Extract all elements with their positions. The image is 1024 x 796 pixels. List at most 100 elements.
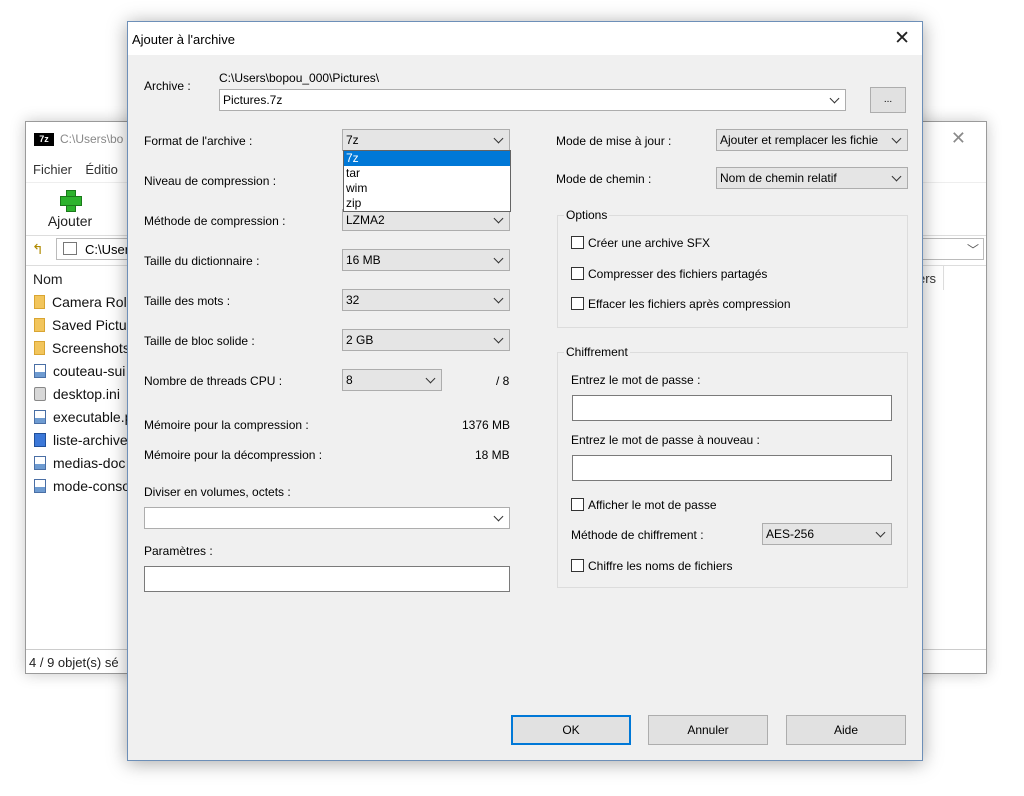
solid-block-combo[interactable]: 2 GB xyxy=(342,329,510,351)
chevron-down-icon xyxy=(493,510,505,524)
dictionary-size-combo[interactable]: 16 MB xyxy=(342,249,510,271)
list-item-label: executable.p xyxy=(53,409,133,425)
delete-after-checkbox-label: Effacer les fichiers après compression xyxy=(588,297,791,311)
checkbox-box xyxy=(571,559,584,572)
word-size-value: 32 xyxy=(346,293,360,307)
encryption-method-combo[interactable]: AES-256 xyxy=(762,523,892,545)
cancel-button[interactable]: Annuler xyxy=(648,715,768,745)
folder-icon xyxy=(34,341,45,355)
file-manager-close-icon[interactable]: ✕ xyxy=(951,128,966,149)
sfx-checkbox[interactable]: Créer une archive SFX xyxy=(571,236,710,252)
encrypt-names-checkbox[interactable]: Chiffre les noms de fichiers xyxy=(571,559,733,575)
selected-file-icon xyxy=(34,433,46,447)
memory-decompression-value: 18 MB xyxy=(475,448,510,462)
help-button[interactable]: Aide xyxy=(786,715,906,745)
format-option-wim[interactable]: wim xyxy=(344,181,510,196)
shared-files-checkbox-label: Compresser des fichiers partagés xyxy=(588,267,768,281)
dialog-title: Ajouter à l'archive xyxy=(132,32,235,47)
shared-files-checkbox[interactable]: Compresser des fichiers partagés xyxy=(571,267,767,283)
options-group-title: Options xyxy=(564,208,610,222)
list-item[interactable]: Screenshots xyxy=(34,340,130,362)
list-item-label: liste-archive xyxy=(53,432,128,448)
list-item-label: desktop.ini xyxy=(53,386,120,402)
split-volumes-label: Diviser en volumes, octets : xyxy=(144,485,291,499)
dictionary-size-value: 16 MB xyxy=(346,253,381,267)
add-button[interactable]: Ajouter xyxy=(44,187,96,231)
dialog-titlebar: Ajouter à l'archive ✕ xyxy=(128,22,922,55)
ok-button[interactable]: OK xyxy=(511,715,631,745)
parameters-input[interactable] xyxy=(144,566,510,592)
checkbox-box xyxy=(571,498,584,511)
list-item[interactable]: medias-doc xyxy=(34,455,125,477)
list-item[interactable]: liste-archive xyxy=(34,432,128,454)
list-item[interactable]: mode-conso xyxy=(34,478,130,500)
menu-edition[interactable]: Éditio xyxy=(85,162,118,177)
path-mode-combo[interactable]: Nom de chemin relatif xyxy=(716,167,908,189)
compression-method-combo[interactable]: LZMA2 xyxy=(342,209,510,231)
folder-icon xyxy=(34,295,45,309)
compression-level-label: Niveau de compression : xyxy=(144,174,277,188)
list-item[interactable]: executable.p xyxy=(34,409,132,431)
folder-icon xyxy=(63,242,77,255)
image-file-icon xyxy=(34,410,46,424)
delete-after-checkbox[interactable]: Effacer les fichiers après compression xyxy=(571,297,791,313)
split-volumes-combo[interactable] xyxy=(144,507,510,529)
format-combo[interactable]: 7z xyxy=(342,129,510,151)
parameters-label: Paramètres : xyxy=(144,544,213,558)
chevron-down-icon[interactable]: ﹀ xyxy=(967,241,979,258)
list-item-label: medias-doc xyxy=(53,455,126,471)
checkbox-box xyxy=(571,236,584,249)
cpu-threads-value: 8 xyxy=(346,373,353,387)
list-item[interactable]: Saved Pictur xyxy=(34,317,131,339)
cpu-threads-label: Nombre de threads CPU : xyxy=(144,374,283,388)
encryption-group-title: Chiffrement xyxy=(564,345,630,359)
image-file-icon xyxy=(34,479,46,493)
cpu-threads-max: / 8 xyxy=(496,374,510,388)
word-size-label: Taille des mots : xyxy=(144,294,231,308)
cpu-threads-combo[interactable]: 8 xyxy=(342,369,442,391)
path-mode-label: Mode de chemin : xyxy=(556,172,652,186)
word-size-combo[interactable]: 32 xyxy=(342,289,510,311)
list-item-label: couteau-sui xyxy=(53,363,126,379)
list-item[interactable]: desktop.ini xyxy=(34,386,120,408)
format-value: 7z xyxy=(346,133,359,147)
show-password-checkbox[interactable]: Afficher le mot de passe xyxy=(571,498,717,514)
format-label: Format de l'archive : xyxy=(144,134,253,148)
checkbox-box xyxy=(571,297,584,310)
solid-block-label: Taille de bloc solide : xyxy=(144,334,255,348)
format-option-tar[interactable]: tar xyxy=(344,166,510,181)
list-item-label: Camera Rol xyxy=(52,294,127,310)
encrypt-names-label: Chiffre les noms de fichiers xyxy=(588,559,733,573)
format-option-zip[interactable]: zip xyxy=(344,196,510,211)
chevron-down-icon xyxy=(891,132,903,146)
image-file-icon xyxy=(34,456,46,470)
password-again-input[interactable] xyxy=(572,455,892,481)
list-item-label: mode-conso xyxy=(53,478,131,494)
archive-filename-combo[interactable]: Pictures.7z xyxy=(219,89,846,111)
file-manager-menubar: Fichier Éditio xyxy=(33,162,128,180)
solid-block-value: 2 GB xyxy=(346,333,374,347)
password-label: Entrez le mot de passe : xyxy=(571,373,701,387)
password-input[interactable] xyxy=(572,395,892,421)
format-option-7z[interactable]: 7z xyxy=(344,151,510,166)
list-item[interactable]: Camera Rol xyxy=(34,294,127,316)
encryption-group: Chiffrement Entrez le mot de passe : Ent… xyxy=(557,345,908,588)
column-header-name[interactable]: Nom xyxy=(33,271,63,287)
plus-icon xyxy=(59,189,82,212)
archive-path: C:\Users\bopou_000\Pictures\ xyxy=(219,71,380,85)
compression-method-value: LZMA2 xyxy=(346,213,385,227)
menu-fichier[interactable]: Fichier xyxy=(33,162,72,177)
browse-button[interactable]: ... xyxy=(870,87,906,113)
chevron-down-icon xyxy=(493,292,505,306)
dialog-close-icon[interactable]: ✕ xyxy=(894,27,910,50)
folder-icon xyxy=(34,318,45,332)
list-item[interactable]: couteau-sui xyxy=(34,363,125,385)
update-mode-combo[interactable]: Ajouter et remplacer les fichie xyxy=(716,129,908,151)
update-mode-value: Ajouter et remplacer les fichie xyxy=(720,133,879,147)
folder-up-icon[interactable]: ↰ xyxy=(32,241,44,258)
encryption-method-label: Méthode de chiffrement : xyxy=(571,528,704,542)
image-file-icon xyxy=(34,364,46,378)
add-to-archive-dialog: Ajouter à l'archive ✕ Archive : C:\Users… xyxy=(127,21,923,761)
chevron-down-icon xyxy=(875,526,887,540)
memory-decompression-label: Mémoire pour la décompression : xyxy=(144,448,323,462)
